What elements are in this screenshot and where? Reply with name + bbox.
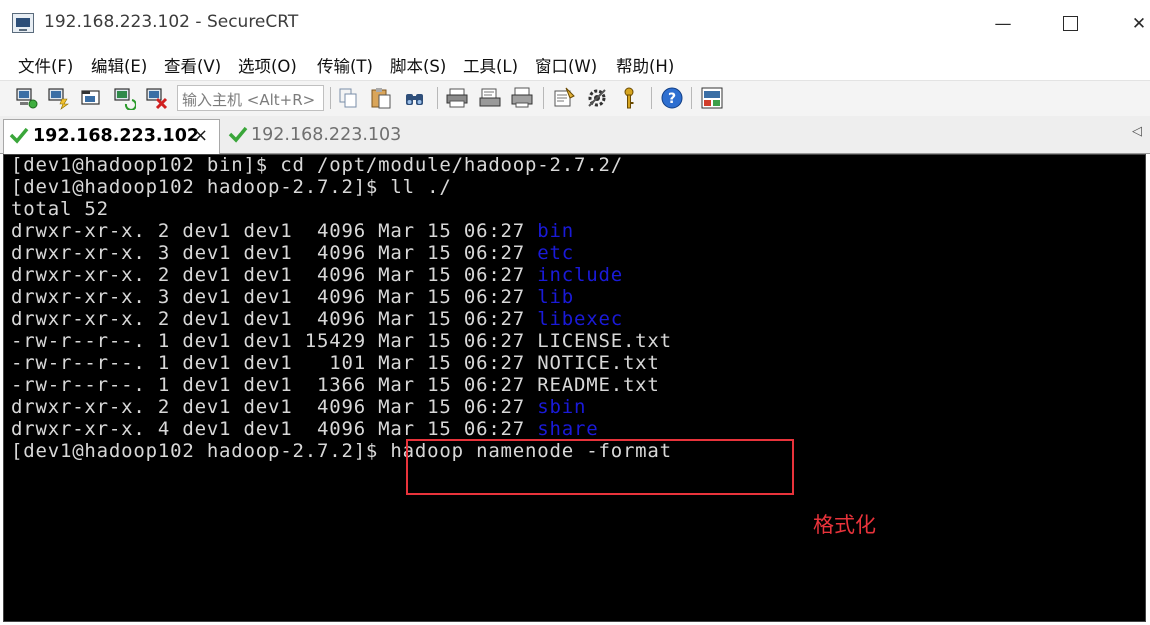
sftp-icon[interactable]: [700, 86, 724, 110]
directory-name: share: [537, 418, 599, 440]
terminal-line: drwxr-xr-x. 2 dev1 dev1 4096 Mar 15 06:2…: [11, 396, 586, 418]
toolbar-separator: [437, 87, 438, 109]
terminal-line: total 52: [11, 198, 109, 220]
directory-name: bin: [537, 220, 574, 242]
connected-check-icon: [9, 127, 29, 144]
directory-name: lib: [537, 286, 574, 308]
maximize-button[interactable]: [1048, 6, 1094, 42]
key-icon[interactable]: [617, 86, 641, 110]
terminal-line: drwxr-xr-x. 2 dev1 dev1 4096 Mar 15 06:2…: [11, 220, 574, 242]
toolbar-separator: [651, 87, 652, 109]
terminal-line: -rw-r--r--. 1 dev1 dev1 15429 Mar 15 06:…: [11, 330, 672, 352]
terminal-line-text: [dev1@hadoop102 bin]$ cd /opt/module/had…: [11, 154, 623, 176]
title-bar: 192.168.223.102 - SecureCRT — ✕: [0, 0, 1150, 48]
directory-name: etc: [537, 242, 574, 264]
menu-script[interactable]: 脚本(S): [390, 53, 446, 77]
terminal-line-text: -rw-r--r--. 1 dev1 dev1 101 Mar 15 06:27…: [11, 352, 660, 374]
terminal-line: drwxr-xr-x. 2 dev1 dev1 4096 Mar 15 06:2…: [11, 264, 623, 286]
annotation-label: 格式化: [813, 513, 876, 537]
menu-edit[interactable]: 编辑(E): [91, 53, 147, 77]
menu-transfer[interactable]: 传输(T): [317, 53, 373, 77]
connect-icon[interactable]: [14, 86, 38, 110]
connect-in-tab-icon[interactable]: [79, 86, 103, 110]
tab-label: 192.168.223.102: [33, 126, 200, 146]
terminal-line: drwxr-xr-x. 2 dev1 dev1 4096 Mar 15 06:2…: [11, 308, 623, 330]
directory-name: sbin: [537, 396, 587, 418]
terminal-line-text: [dev1@hadoop102 hadoop-2.7.2]$ ll ./: [11, 176, 452, 198]
terminal-line: drwxr-xr-x. 3 dev1 dev1 4096 Mar 15 06:2…: [11, 286, 574, 308]
terminal-line-text: drwxr-xr-x. 2 dev1 dev1 4096 Mar 15 06:2…: [11, 264, 538, 286]
global-options-icon[interactable]: [585, 86, 609, 110]
toolbar-separator: [543, 87, 544, 109]
terminal-line: -rw-r--r--. 1 dev1 dev1 101 Mar 15 06:27…: [11, 352, 660, 374]
command-highlight-box: [406, 439, 794, 495]
session-options-icon[interactable]: [552, 86, 576, 110]
print-icon[interactable]: [445, 86, 469, 110]
directory-name: libexec: [537, 308, 623, 330]
menu-window[interactable]: 窗口(W): [535, 53, 597, 77]
menu-help[interactable]: 帮助(H): [616, 53, 674, 77]
print-selection-icon[interactable]: [478, 86, 502, 110]
quick-connect-icon[interactable]: [46, 86, 70, 110]
directory-name: include: [537, 264, 623, 286]
toolbar-separator: [330, 87, 331, 109]
terminal-line: -rw-r--r--. 1 dev1 dev1 1366 Mar 15 06:2…: [11, 374, 660, 396]
terminal-line-text: drwxr-xr-x. 3 dev1 dev1 4096 Mar 15 06:2…: [11, 242, 538, 264]
terminal-line-text: drwxr-xr-x. 4 dev1 dev1 4096 Mar 15 06:2…: [11, 418, 538, 440]
terminal-line-text: drwxr-xr-x. 3 dev1 dev1 4096 Mar 15 06:2…: [11, 286, 538, 308]
terminal-line: drwxr-xr-x. 3 dev1 dev1 4096 Mar 15 06:2…: [11, 242, 574, 264]
svg-text:?: ?: [668, 91, 676, 107]
print-screen-icon[interactable]: [510, 86, 534, 110]
terminal-output[interactable]: [dev1@hadoop102 bin]$ cd /opt/module/had…: [3, 154, 1146, 622]
close-button[interactable]: ✕: [1116, 6, 1150, 42]
find-icon[interactable]: [403, 86, 427, 110]
help-icon[interactable]: ?: [660, 86, 684, 110]
tab-192-168-223-102[interactable]: 192.168.223.102 ×: [3, 119, 220, 154]
tab-192-168-223-103[interactable]: 192.168.223.103: [222, 119, 412, 154]
menu-options[interactable]: 选项(O): [238, 53, 297, 77]
window-title: 192.168.223.102 - SecureCRT: [44, 12, 299, 32]
menu-tools[interactable]: 工具(L): [463, 53, 518, 77]
tab-label: 192.168.223.103: [251, 125, 402, 145]
menu-view[interactable]: 查看(V): [164, 53, 221, 77]
toolbar: 输入主机 <Alt+R> ?: [0, 80, 1150, 116]
terminal-line-text: drwxr-xr-x. 2 dev1 dev1 4096 Mar 15 06:2…: [11, 308, 538, 330]
terminal-line-text: -rw-r--r--. 1 dev1 dev1 1366 Mar 15 06:2…: [11, 374, 660, 396]
terminal-line-text: total 52: [11, 198, 109, 220]
terminal-line: [dev1@hadoop102 hadoop-2.7.2]$ ll ./: [11, 176, 452, 198]
menu-file[interactable]: 文件(F): [18, 53, 73, 77]
close-tab-icon[interactable]: ×: [193, 125, 208, 146]
terminal-line-text: -rw-r--r--. 1 dev1 dev1 15429 Mar 15 06:…: [11, 330, 672, 352]
toolbar-separator: [691, 87, 692, 109]
connected-check-icon: [228, 126, 248, 143]
session-tab-bar: 192.168.223.102 × 192.168.223.103 ◁: [0, 116, 1150, 154]
menu-bar: 文件(F) 编辑(E) 查看(V) 选项(O) 传输(T) 脚本(S) 工具(L…: [0, 48, 1150, 80]
minimize-button[interactable]: —: [980, 6, 1026, 42]
disconnect-icon[interactable]: [144, 86, 168, 110]
terminal-line-text: drwxr-xr-x. 2 dev1 dev1 4096 Mar 15 06:2…: [11, 396, 538, 418]
terminal-line-text: drwxr-xr-x. 2 dev1 dev1 4096 Mar 15 06:2…: [11, 220, 538, 242]
terminal-line: [dev1@hadoop102 bin]$ cd /opt/module/had…: [11, 154, 623, 176]
reconnect-icon[interactable]: [112, 86, 136, 110]
terminal-line: drwxr-xr-x. 4 dev1 dev1 4096 Mar 15 06:2…: [11, 418, 598, 440]
securecrt-app-icon: [12, 13, 34, 33]
host-input[interactable]: 输入主机 <Alt+R>: [177, 85, 324, 111]
paste-icon[interactable]: [369, 86, 393, 110]
copy-icon[interactable]: [337, 86, 361, 110]
tab-scroll-left-icon[interactable]: ◁: [1132, 124, 1142, 139]
